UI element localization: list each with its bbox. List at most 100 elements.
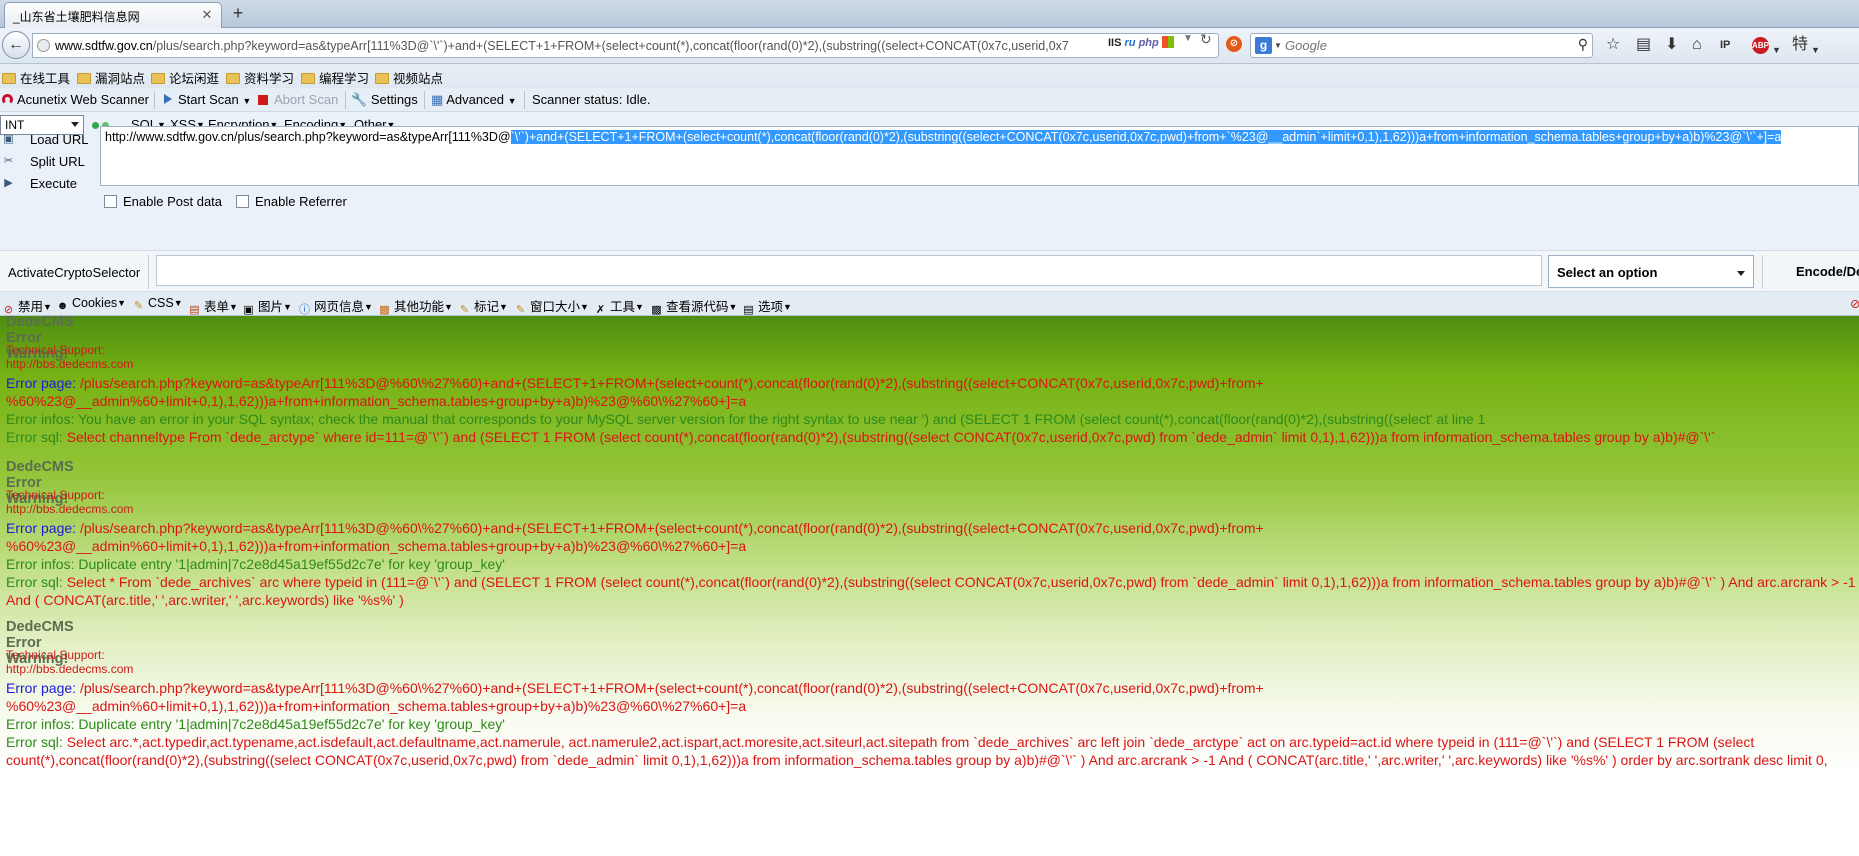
user-icon: ☻: [56, 300, 69, 312]
home-icon[interactable]: ⌂: [1692, 36, 1702, 54]
wd-css[interactable]: ✎ CSS▼: [132, 296, 183, 313]
url-textarea[interactable]: http://www.sdtfw.gov.cn/plus/search.php?…: [100, 126, 1859, 186]
bookmark-folder[interactable]: 漏洞站点: [77, 68, 145, 87]
abort-scan-button[interactable]: Abort Scan: [258, 92, 338, 107]
wd-options[interactable]: ▤ 选项▼: [742, 296, 792, 317]
folder-icon: [2, 73, 16, 84]
enable-post-checkbox[interactable]: Enable Post data: [104, 194, 222, 209]
close-toolbar-icon[interactable]: ⊘: [1850, 296, 1859, 311]
error-page-line: Error page: /plus/search.php?keyword=as&…: [6, 680, 1264, 696]
chevron-down-icon: ▼: [43, 302, 52, 312]
acunetix-brand[interactable]: Acunetix Web Scanner: [2, 92, 149, 107]
wd-disable[interactable]: ⊘ 禁用▼: [2, 296, 52, 317]
error-page-line: %60%23@__admin%60+limit+0,1),1,62)))a+fr…: [6, 538, 747, 554]
load-url-icon: ▣: [3, 133, 14, 145]
navigation-bar: ← www.sdtfw.gov.cn/plus/search.php?keywo…: [0, 28, 1859, 64]
error-sql-line: count(*),concat(floor(rand(0)*2),(substr…: [6, 752, 1828, 768]
crypto-input[interactable]: [156, 255, 1542, 286]
execute-icon: ▶: [4, 177, 13, 189]
chevron-down-icon: ▼: [242, 96, 252, 106]
reload-icon[interactable]: ↻: [1200, 31, 1212, 48]
google-icon[interactable]: g: [1255, 37, 1272, 54]
checkbox-box: [236, 195, 249, 208]
bookmark-folder[interactable]: 编程学习: [301, 68, 369, 87]
error-sql-line: Error sql: Select * From `dede_archives`…: [6, 574, 1856, 590]
wd-page-info[interactable]: ⓘ 网页信息▼: [298, 296, 373, 317]
error-page-line: %60%23@__admin%60+limit+0,1),1,62)))a+fr…: [6, 698, 747, 714]
start-scan-button[interactable]: Start Scan ▼: [164, 92, 251, 107]
enable-referrer-checkbox[interactable]: Enable Referrer: [236, 194, 347, 209]
new-tab-button[interactable]: +: [226, 4, 250, 24]
chevron-down-icon: ▼: [499, 302, 508, 312]
crypto-selector-bar: ActivateCryptoSelector Select an option …: [0, 250, 1859, 292]
download-icon[interactable]: ⬇: [1665, 36, 1678, 54]
wd-misc[interactable]: ▩ 其他功能▼: [378, 296, 453, 317]
encode-decode-button[interactable]: Encode/De: [1796, 264, 1859, 279]
bookmarks-list-icon[interactable]: ▤: [1636, 36, 1651, 54]
chevron-down-icon: ▼: [507, 96, 517, 106]
bookmark-folder[interactable]: 论坛闲逛: [151, 68, 219, 87]
acunetix-logo-icon: [2, 94, 13, 105]
wd-images[interactable]: ▣ 图片▼: [242, 296, 292, 317]
error-sql-line: Error sql: Select arc.*,act.typedir,act.…: [6, 734, 1755, 750]
address-bar[interactable]: www.sdtfw.gov.cn/plus/search.php?keyword…: [32, 33, 1219, 58]
separator: [1762, 255, 1763, 289]
windows-icon: [1161, 36, 1174, 48]
chevron-down-icon: ▼: [728, 302, 738, 312]
pencil-icon: ✎: [133, 300, 144, 312]
search-icon[interactable]: ⚲: [1578, 36, 1588, 53]
toolbar-separator: [524, 91, 525, 109]
back-arrow-icon: ←: [8, 36, 24, 53]
iis-badge: IIS: [1108, 37, 1122, 49]
wd-view-source[interactable]: ▩ 查看源代码▼: [650, 296, 737, 317]
url-history-dropdown-icon[interactable]: ▼: [1183, 33, 1193, 44]
back-button[interactable]: ←: [2, 31, 30, 59]
folder-icon: [226, 73, 240, 84]
block-icon[interactable]: ⊘: [1226, 36, 1242, 52]
tab-title: _山东省土壤肥料信息网: [13, 10, 140, 24]
wd-outline[interactable]: ✎ 标记▼: [458, 296, 508, 317]
wd-tools[interactable]: ✗ 工具▼: [594, 296, 644, 317]
translate-icon[interactable]: 特: [1792, 36, 1808, 54]
toolbar-separator: [154, 91, 155, 109]
bookmark-folder[interactable]: 在线工具: [2, 68, 70, 87]
execute-button[interactable]: ▶ Execute: [0, 172, 100, 196]
wd-cookies[interactable]: ☻ Cookies▼: [56, 296, 126, 313]
adblock-icon[interactable]: ABP: [1752, 37, 1769, 54]
error-page-line: Error page: /plus/search.php?keyword=as&…: [6, 375, 1264, 391]
folder-icon: [375, 73, 389, 84]
split-url-button[interactable]: ✂ Split URL: [0, 150, 100, 174]
error-sql-line: Error sql: Select channeltype From `dede…: [6, 429, 1716, 445]
tech-badges: IIS ru php: [1108, 36, 1174, 49]
advanced-button[interactable]: ▦ Advanced ▼: [431, 92, 517, 108]
bookmark-folder[interactable]: 视频站点: [375, 68, 443, 87]
star-bookmark-icon[interactable]: ☆: [1606, 36, 1620, 54]
chevron-down-icon: ▼: [173, 298, 183, 308]
chevron-down-icon: ▼: [229, 302, 238, 312]
advanced-icon: ▦: [431, 92, 444, 107]
bookmark-folder[interactable]: 资料学习: [226, 68, 294, 87]
wd-resize[interactable]: ✎ 窗口大小▼: [514, 296, 589, 317]
scanner-status: Scanner status: Idle.: [532, 92, 651, 107]
crypto-select[interactable]: Select an option: [1548, 255, 1754, 288]
browser-tab[interactable]: _山东省土壤肥料信息网 ✕: [4, 2, 222, 28]
chevron-down-icon: [71, 122, 79, 127]
search-engine-dropdown-icon[interactable]: ▼: [1274, 41, 1282, 50]
close-tab-icon[interactable]: ✕: [199, 7, 215, 23]
wd-forms[interactable]: ▤ 表单▼: [188, 296, 238, 317]
error-infos-line: Error infos: Duplicate entry '1|admin|7c…: [6, 716, 505, 732]
toolbar-separator: [345, 91, 346, 109]
ip-icon[interactable]: IP: [1720, 36, 1730, 54]
settings-button[interactable]: 🔧 Settings: [351, 92, 418, 108]
url-path: /plus/search.php?keyword=as&typeArr[111%…: [152, 39, 1069, 53]
folder-icon: [77, 73, 91, 84]
load-url-button[interactable]: ▣ Load URL: [0, 128, 100, 152]
folder-icon: [301, 73, 315, 84]
technical-support: Technical Support: http://bbs.dedecms.co…: [6, 343, 134, 371]
search-input[interactable]: [1285, 36, 1555, 55]
chevron-down-icon: [1737, 271, 1745, 276]
tab-strip: _山东省土壤肥料信息网 ✕ +: [0, 0, 1859, 28]
menu-dropdown-icon[interactable]: ▼: [1811, 41, 1820, 59]
adblock-dropdown-icon[interactable]: ▼: [1772, 41, 1781, 59]
chevron-down-icon: ▼: [580, 302, 589, 312]
